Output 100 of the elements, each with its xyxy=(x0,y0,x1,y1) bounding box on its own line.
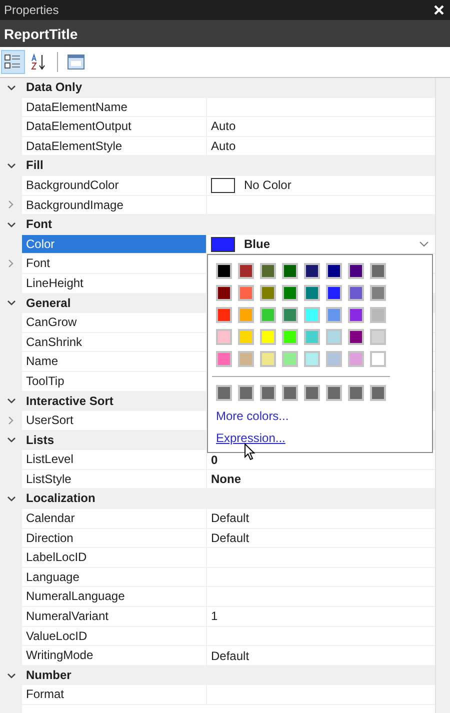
category-header[interactable]: Font xyxy=(22,215,436,235)
color-swatch[interactable] xyxy=(238,350,254,367)
color-swatch[interactable] xyxy=(282,284,298,301)
property-name[interactable]: DataElementName xyxy=(22,98,207,116)
color-swatch[interactable] xyxy=(304,328,320,345)
category-header[interactable]: Number xyxy=(22,666,436,686)
collapse-chevron-icon[interactable] xyxy=(6,437,16,444)
color-swatch[interactable] xyxy=(282,306,298,323)
color-swatch[interactable] xyxy=(348,262,364,279)
collapse-chevron-icon[interactable] xyxy=(6,163,16,170)
color-swatch[interactable] xyxy=(326,284,342,301)
custom-color-swatch[interactable] xyxy=(238,384,254,401)
property-name[interactable]: Name xyxy=(22,352,207,371)
category-header[interactable]: Data Only xyxy=(22,78,436,98)
color-swatch[interactable] xyxy=(326,328,342,345)
color-swatch[interactable] xyxy=(304,350,320,367)
color-swatch[interactable] xyxy=(370,284,386,301)
color-swatch[interactable] xyxy=(348,284,364,301)
property-value: 1 xyxy=(211,608,218,626)
custom-color-swatch[interactable] xyxy=(348,384,364,401)
color-swatch[interactable] xyxy=(304,262,320,279)
property-name[interactable]: BackgroundColor xyxy=(22,176,207,195)
custom-color-swatch[interactable] xyxy=(216,384,232,401)
custom-color-swatch[interactable] xyxy=(304,384,320,401)
category-header[interactable]: Localization xyxy=(22,489,436,510)
object-name: ReportTitle xyxy=(4,26,78,42)
color-swatch[interactable] xyxy=(370,350,386,367)
color-swatch[interactable] xyxy=(282,262,298,279)
color-swatch[interactable] xyxy=(238,328,254,345)
property-value: None xyxy=(211,471,241,488)
property-value: Default xyxy=(211,530,250,547)
color-swatch[interactable] xyxy=(370,328,386,345)
link[interactable]: More colors... xyxy=(216,408,289,423)
color-swatch[interactable] xyxy=(260,262,276,279)
collapse-chevron-icon[interactable] xyxy=(6,222,16,228)
custom-color-swatch[interactable] xyxy=(326,384,342,401)
window-title: Properties xyxy=(4,3,59,17)
color-swatch[interactable] xyxy=(260,328,276,345)
category-header[interactable]: Fill xyxy=(22,156,436,176)
property-name[interactable]: LabelLocID xyxy=(22,548,207,567)
color-swatch[interactable] xyxy=(238,262,254,279)
property-name[interactable]: BackgroundImage xyxy=(22,196,207,214)
color-swatch[interactable] xyxy=(216,284,232,301)
property-value: Default xyxy=(211,648,250,665)
property-value: No Color xyxy=(244,177,292,194)
color-swatch[interactable] xyxy=(282,328,298,345)
color-swatch[interactable] xyxy=(326,306,342,323)
link[interactable]: Expression... xyxy=(216,430,286,445)
property-name[interactable]: Calendar xyxy=(22,509,207,528)
color-swatch[interactable] xyxy=(370,306,386,323)
custom-color-swatch[interactable] xyxy=(260,384,276,401)
color-swatch[interactable] xyxy=(260,306,276,323)
property-name[interactable]: DataElementOutput xyxy=(22,117,207,136)
color-swatch[interactable] xyxy=(348,350,364,367)
collapse-chevron-icon[interactable] xyxy=(6,84,16,91)
property-name[interactable]: Font xyxy=(22,254,207,273)
property-name[interactable]: DataElementStyle xyxy=(22,136,207,156)
property-name[interactable]: Direction xyxy=(22,528,207,548)
color-swatch[interactable] xyxy=(326,262,342,279)
color-swatch[interactable] xyxy=(216,306,232,323)
color-swatch[interactable] xyxy=(282,350,298,367)
property-name[interactable]: NumeralLanguage xyxy=(22,587,207,606)
property-name[interactable]: ListLevel xyxy=(22,450,207,469)
collapse-chevron-icon[interactable] xyxy=(6,300,16,306)
close-icon[interactable] xyxy=(434,5,444,15)
custom-color-swatch[interactable] xyxy=(370,384,386,401)
scrollbar-track[interactable] xyxy=(435,78,450,713)
property-name[interactable]: ValueLocID xyxy=(22,626,207,646)
collapse-chevron-icon[interactable] xyxy=(6,398,16,404)
property-name[interactable]: ToolTip xyxy=(22,372,207,390)
property-value: 0 xyxy=(211,452,218,469)
property-name[interactable]: Language xyxy=(22,568,207,586)
color-swatch[interactable] xyxy=(348,328,364,345)
color-swatch[interactable] xyxy=(326,350,342,367)
categorized-button[interactable] xyxy=(1,50,25,74)
property-name[interactable]: UserSort xyxy=(22,411,207,430)
collapse-chevron-icon[interactable] xyxy=(6,672,16,679)
property-name[interactable]: CanShrink xyxy=(22,332,207,352)
color-swatch[interactable] xyxy=(238,306,254,323)
property-name[interactable]: ListStyle xyxy=(22,470,207,488)
color-swatch[interactable] xyxy=(348,306,364,323)
color-swatch[interactable] xyxy=(304,306,320,323)
color-swatch[interactable] xyxy=(260,350,276,367)
collapse-chevron-icon[interactable] xyxy=(6,496,16,502)
custom-color-swatch[interactable] xyxy=(282,384,298,401)
property-name[interactable]: NumeralVariant xyxy=(22,607,207,626)
property-value: Blue xyxy=(244,236,270,254)
dropdown-chevron-icon[interactable] xyxy=(419,241,430,248)
property-name[interactable]: LineHeight xyxy=(22,274,207,293)
color-swatch[interactable] xyxy=(216,350,232,367)
color-swatch[interactable] xyxy=(370,262,386,279)
property-name[interactable]: Color xyxy=(22,234,207,254)
color-swatch[interactable] xyxy=(304,284,320,301)
property-name[interactable]: CanGrow xyxy=(22,313,207,332)
property-name[interactable]: WritingMode xyxy=(22,646,207,665)
color-swatch[interactable] xyxy=(216,328,232,345)
property-name[interactable]: Format xyxy=(22,685,207,704)
color-swatch[interactable] xyxy=(238,284,254,301)
color-swatch[interactable] xyxy=(260,284,276,301)
color-swatch[interactable] xyxy=(216,262,232,279)
